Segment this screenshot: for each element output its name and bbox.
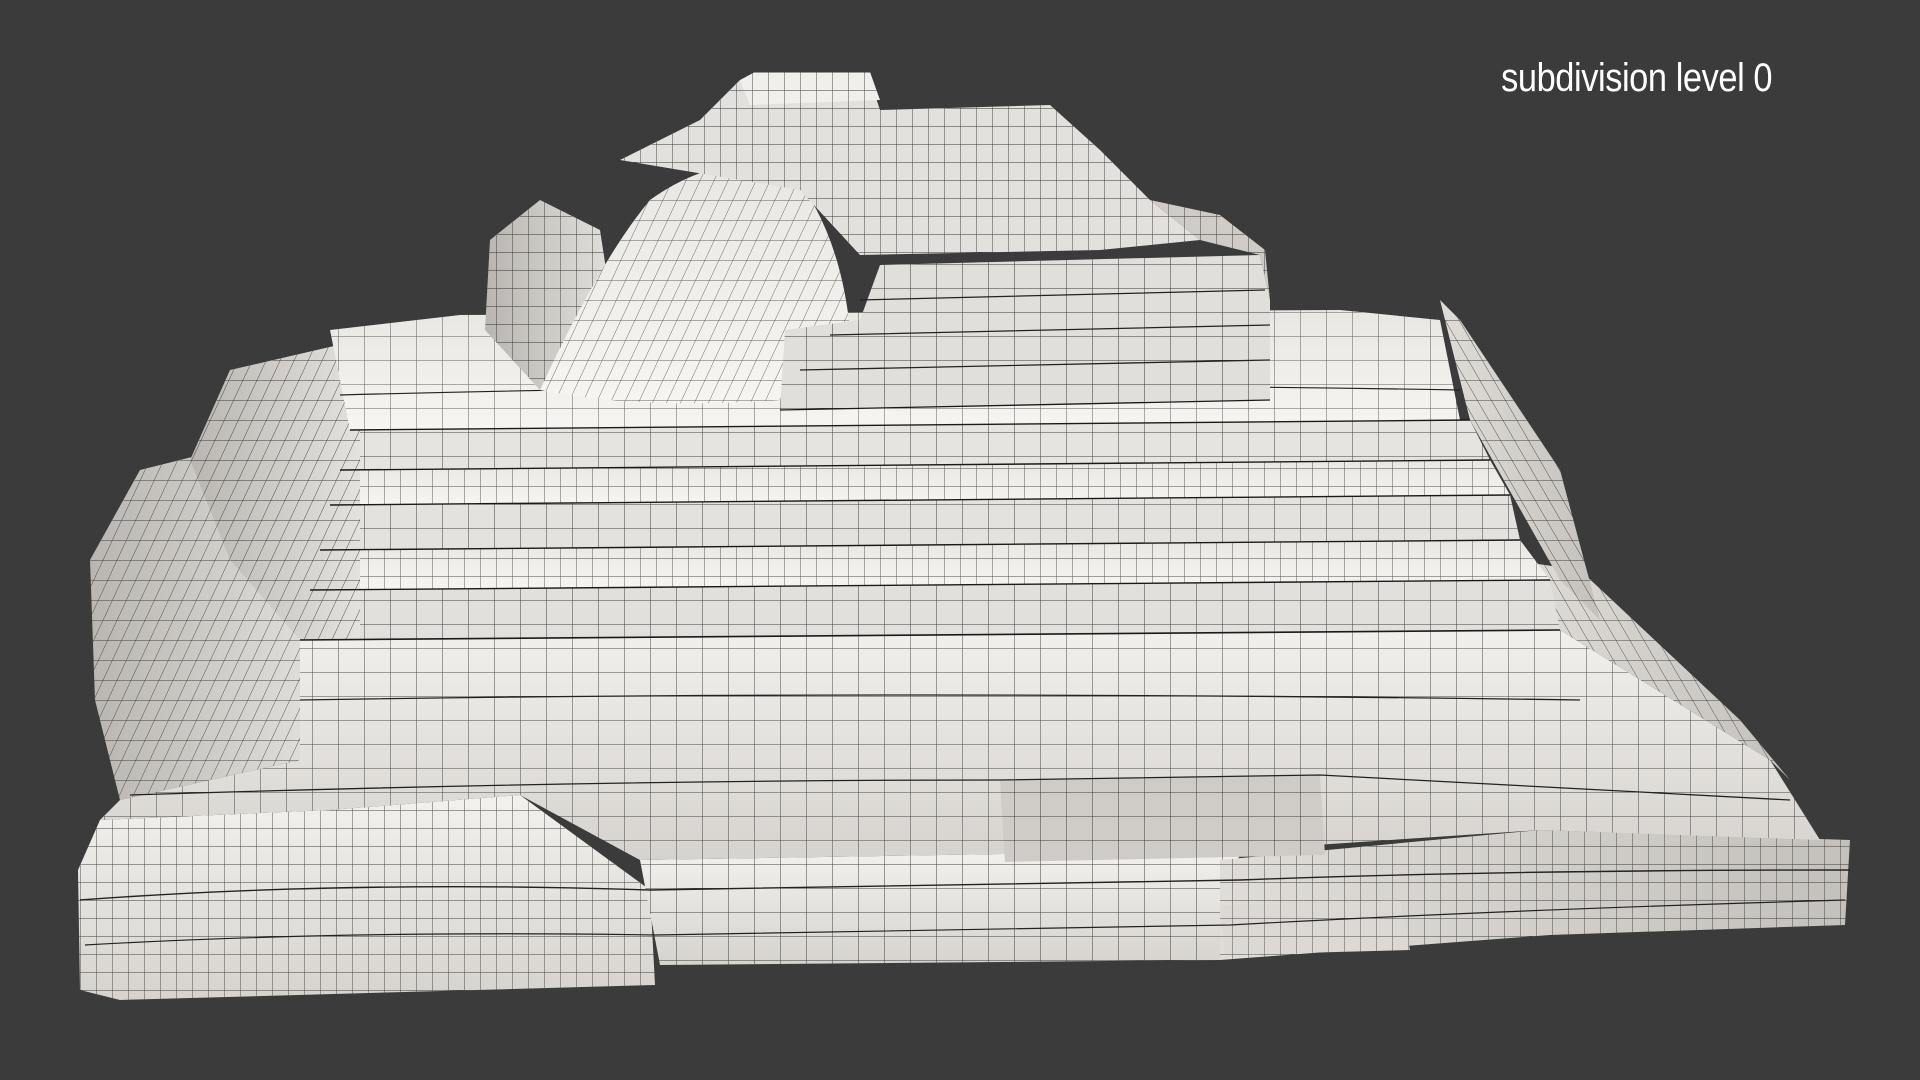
viewport: subdivision level 0 [0, 0, 1920, 1080]
upper-mound [485, 72, 1271, 410]
pyramid-model-render [78, 72, 1851, 1000]
subdivision-level-label: subdivision level 0 [1500, 56, 1772, 100]
